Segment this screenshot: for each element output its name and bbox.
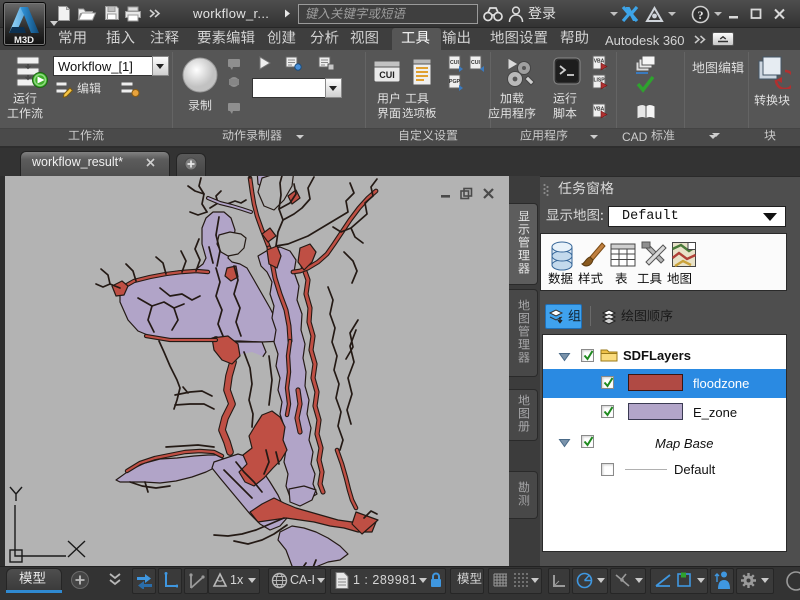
svg-text:M3D: M3D: [14, 35, 34, 45]
svg-text:CUI: CUI: [450, 60, 459, 66]
svg-text:VBA: VBA: [594, 107, 605, 113]
svg-text:CUI: CUI: [379, 70, 395, 80]
svg-text:LISP: LISP: [593, 78, 605, 84]
svg-text:CUI: CUI: [471, 60, 480, 66]
svg-text:VBA: VBA: [594, 59, 605, 65]
svg-text:PGP: PGP: [449, 79, 460, 85]
svg-text:?: ?: [698, 8, 704, 22]
